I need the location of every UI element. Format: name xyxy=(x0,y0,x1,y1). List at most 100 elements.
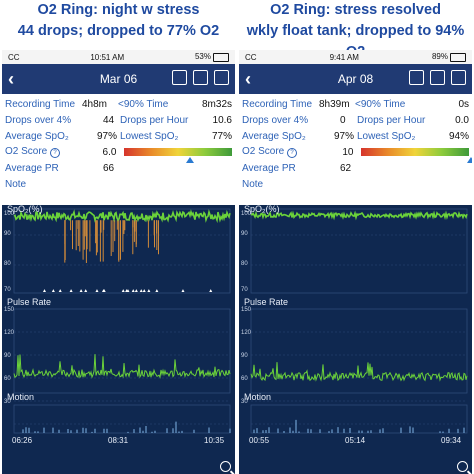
pulse-tick: 60 xyxy=(241,376,248,382)
help-icon[interactable]: ? xyxy=(50,148,61,158)
zoom-icon[interactable] xyxy=(220,461,231,472)
o2-score-marker xyxy=(467,157,472,163)
spo2-tick: 100 xyxy=(4,211,15,217)
spo2-tick: 80 xyxy=(4,261,11,267)
average-pr-value: 66 xyxy=(103,162,115,174)
summary-stats: Recording Time 4h8m <90% Time 8m32s Drops o… xyxy=(2,94,235,192)
spo2-tick: 70 xyxy=(4,287,11,293)
below90-time-value: 8m32s xyxy=(202,98,233,110)
report-icon[interactable] xyxy=(193,70,208,85)
lowest-spo2-value: 94% xyxy=(448,130,469,142)
spo2-series-line xyxy=(250,210,468,221)
lowest-spo2-label: Lowest SpO₂ xyxy=(120,130,179,142)
drop-marker: ▲ xyxy=(142,288,147,294)
o2-score-value: 6.0 xyxy=(102,146,117,158)
battery-label: 89% xyxy=(431,52,448,62)
drops-label: Drops over 4% xyxy=(5,114,72,126)
charts-svg xyxy=(250,208,468,434)
charts-svg: ▲▲ ▲▲▲▲▲ ▲▲ ▲▲▲ ▲ ▲▲ ▲ ▲▲▲▲ xyxy=(13,208,231,434)
battery-indicator: 89% xyxy=(431,52,466,62)
average-spo2-label: Average SpO₂ xyxy=(242,130,306,142)
below90-time-label: <90% Time xyxy=(118,98,169,110)
chart-frame xyxy=(13,404,231,434)
lowest-spo2-value: 77% xyxy=(211,130,232,142)
recording-time-label: Recording Time xyxy=(5,98,76,110)
drop-marker: ▲ xyxy=(146,288,151,294)
share-icon[interactable] xyxy=(451,70,466,85)
x-tick-mid: 08:31 xyxy=(108,436,129,445)
edit-icon[interactable] xyxy=(409,70,424,85)
drop-marker: ▲ xyxy=(79,288,84,294)
app-header: ‹ Mar 06 xyxy=(2,64,235,94)
drops-value: 0 xyxy=(340,114,346,126)
spo2-tick: 80 xyxy=(241,261,248,267)
drops-per-hour-label: Drops per Hour xyxy=(357,114,426,126)
drop-marker: ▲ xyxy=(95,288,100,294)
drop-marker: ▲ xyxy=(42,288,47,294)
battery-icon xyxy=(450,52,466,62)
clock-label: 10:51 AM xyxy=(90,52,125,62)
phone-screen-right: CC 9:41 AM 89% ‹ Apr 08 Recording Time 8h… xyxy=(239,50,472,474)
lowest-spo2-label: Lowest SpO₂ xyxy=(357,130,416,142)
chart-frame xyxy=(250,308,468,394)
pulse-tick: 120 xyxy=(4,330,15,336)
caption-left-line2: 44 drops; dropped to 77% O2 xyxy=(17,23,220,39)
drops-value: 44 xyxy=(103,114,115,126)
drop-marker: ▲ xyxy=(51,288,56,294)
clock-label: 9:41 AM xyxy=(329,52,359,62)
carrier-label: CC xyxy=(245,52,257,62)
battery-icon xyxy=(212,52,229,62)
drop-marker: ▲ xyxy=(101,288,106,294)
status-bar: CC 9:41 AM 89% xyxy=(239,50,472,64)
drop-marker: ▲ xyxy=(58,288,63,294)
drop-marker: ▲ xyxy=(69,288,74,294)
share-icon[interactable] xyxy=(214,70,229,85)
pulse-tick: 150 xyxy=(241,307,252,313)
average-pr-value: 62 xyxy=(340,162,352,174)
caption-left: O2 Ring: night w stress 44 drops; droppe… xyxy=(0,0,237,42)
drop-marker: ▲ xyxy=(154,288,159,294)
charts-area: ▲ ▲ ▲ ▲ ▲ ▲ ▲ ▲ ▲ ▲ ▲ ▲ ▲ ▲ ▲ ▲ ▲ ▲ ▲ ▲ SpO₂(%) 100 90 80 7… xyxy=(2,204,235,474)
note-label[interactable]: Note xyxy=(242,179,263,190)
o2-score-label: O2 Score ? xyxy=(242,146,299,158)
pulse-series-line xyxy=(13,354,231,379)
note-label[interactable]: Note xyxy=(5,179,26,190)
spo2-tick: 70 xyxy=(241,287,248,293)
chart-frame xyxy=(13,308,231,394)
drops-per-hour-value: 10.6 xyxy=(212,114,232,126)
pulse-tick: 90 xyxy=(4,353,11,359)
drop-marker: ▲ xyxy=(131,288,136,294)
average-spo2-value: 97% xyxy=(334,130,355,142)
battery-label: 53% xyxy=(194,52,211,62)
recording-time-value: 4h8m xyxy=(82,98,108,110)
edit-icon[interactable] xyxy=(172,70,187,85)
average-pr-label: Average PR xyxy=(5,162,59,174)
pulse-series-line xyxy=(250,362,468,382)
o2-score-marker xyxy=(186,157,195,163)
recording-time-label: Recording Time xyxy=(242,98,313,110)
drop-marker: ▲ xyxy=(181,288,186,294)
phone-screen-left: CC 10:51 AM 53% ‹ Mar 06 Recording Time 4… xyxy=(2,50,235,474)
average-spo2-label: Average SpO₂ xyxy=(5,130,69,142)
help-icon[interactable]: ? xyxy=(287,148,298,158)
average-spo2-value: 97% xyxy=(97,130,118,142)
chart-frame xyxy=(250,208,468,294)
zoom-icon[interactable] xyxy=(457,461,468,472)
app-header: ‹ Apr 08 xyxy=(239,64,472,94)
battery-indicator: 53% xyxy=(194,52,229,62)
drops-label: Drops over 4% xyxy=(242,114,309,126)
average-pr-label: Average PR xyxy=(242,162,296,174)
caption-right-line1: O2 Ring: stress resolved xyxy=(270,2,441,18)
drops-per-hour-value: 0.0 xyxy=(455,114,469,126)
x-tick-end: 10:35 xyxy=(204,436,225,445)
pulse-chart-title: Pulse Rate xyxy=(244,297,289,307)
x-tick-end: 09:34 xyxy=(441,436,462,445)
drop-marker: ▲ xyxy=(208,288,213,294)
chart-frame xyxy=(13,208,231,294)
report-icon[interactable] xyxy=(430,70,445,85)
below90-time-label: <90% Time xyxy=(355,98,406,110)
drop-marker: ▲ xyxy=(83,288,88,294)
motion-chart-title: Motion xyxy=(244,392,272,402)
o2-score-value: 10 xyxy=(342,146,354,158)
x-tick-start: 06:26 xyxy=(12,436,33,445)
